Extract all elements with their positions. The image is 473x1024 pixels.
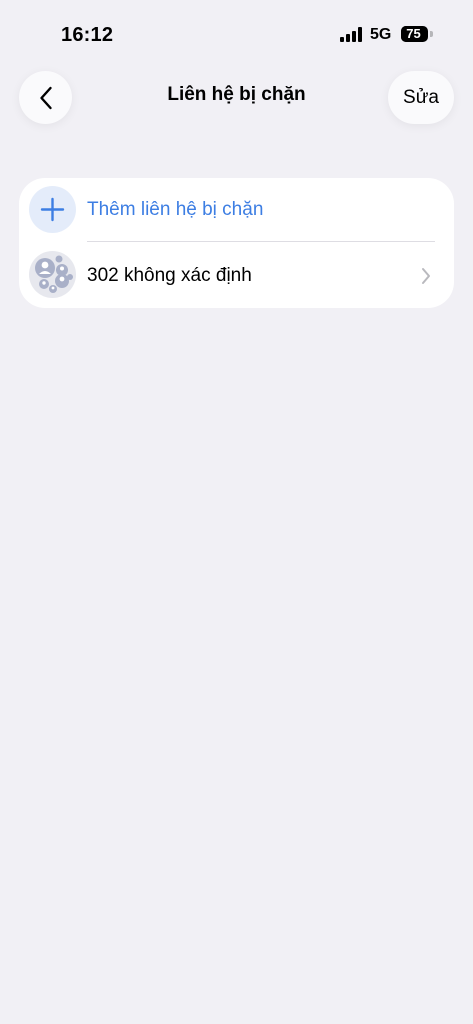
network-type: 5G [370,26,392,43]
plus-icon [40,197,65,222]
battery-icon: 75 [401,26,428,42]
page-title: Liên hệ bị chặn [167,84,306,105]
chevron-left-icon [39,86,52,109]
battery-percentage: 75 [406,26,421,41]
status-bar: 16:12 5G 75 [0,0,473,60]
add-blocked-contact-label: Thêm liên hệ bị chặn [87,199,264,220]
contact-group-avatar [29,251,76,298]
edit-button[interactable]: Sửa [388,71,454,124]
contact-group-icon [35,255,73,293]
battery-cap [430,31,433,37]
add-button-circle [29,186,76,233]
contact-label: 302 không xác định [87,265,252,286]
add-blocked-contact-row[interactable]: Thêm liên hệ bị chặn [19,178,454,242]
row-divider [87,241,435,242]
status-time: 16:12 [61,24,114,46]
list-item[interactable]: 302 không xác định [19,244,454,308]
cellular-signal-icon [340,27,364,42]
back-button[interactable] [19,71,72,124]
blocked-contacts-list: Thêm liên hệ bị chặn 302 không xác định [19,178,454,308]
chevron-right-icon [422,268,430,284]
